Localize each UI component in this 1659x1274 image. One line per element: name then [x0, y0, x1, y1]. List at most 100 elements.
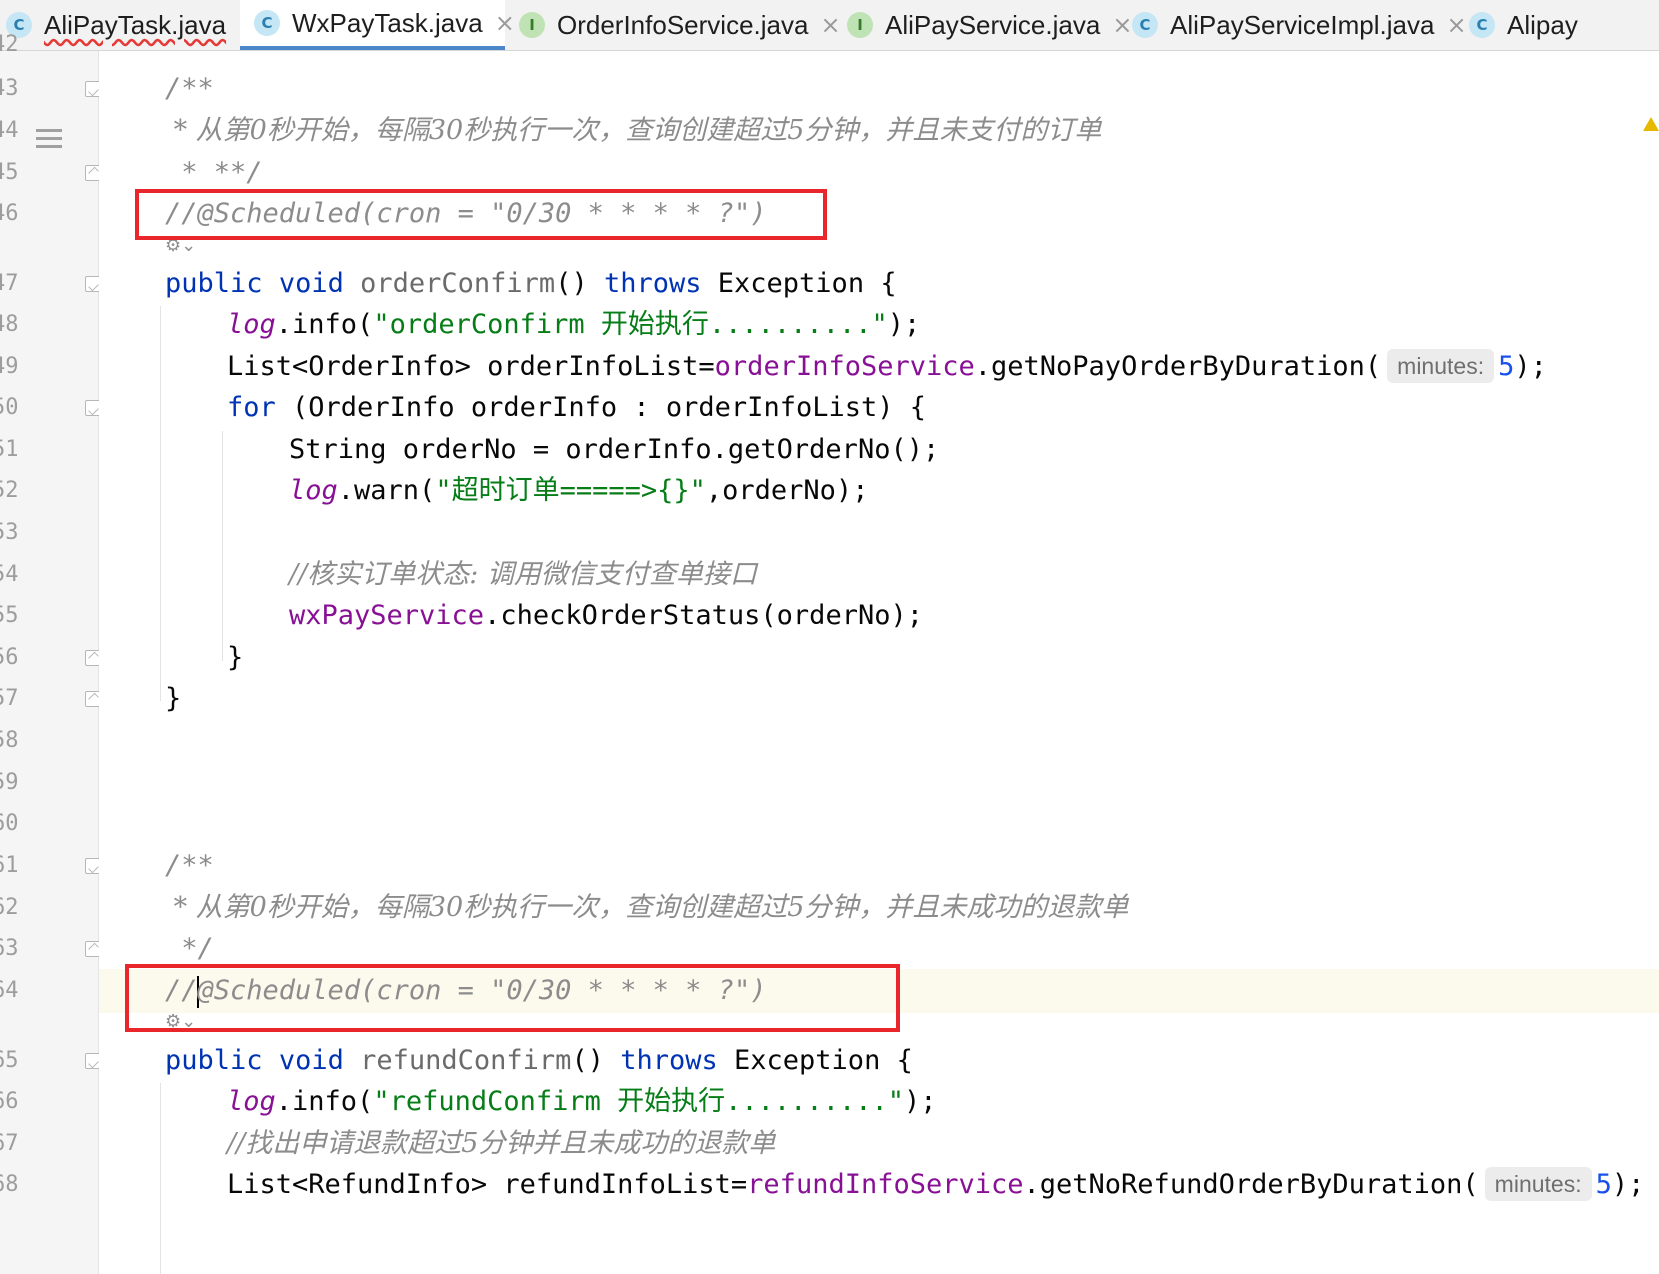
line-number[interactable]: 45 [0, 151, 24, 195]
tab-alipayservice-java[interactable]: I AliPayService.java × [833, 0, 1132, 50]
code-line-67[interactable]: //找出申请退款超过5分钟并且未成功的退款单 [99, 1122, 1659, 1166]
number-literal: 5 [1595, 1169, 1612, 1200]
keyword-throws: throws [603, 268, 702, 299]
line-comment: //核实订单状态: 调用微信支付查单接口 [289, 559, 757, 590]
annotation-inlay-icon[interactable]: ⚙⌄ [165, 235, 196, 256]
tab-orderinfoservice-java[interactable]: I OrderInfoService.java × [505, 0, 841, 50]
closing-brace: } [165, 683, 182, 714]
code-line-45[interactable]: * **/ [99, 151, 1659, 195]
line-number[interactable]: 63 [0, 927, 24, 971]
info-call: .info( [275, 309, 374, 340]
code-line-51[interactable]: String orderNo = orderInfo.getOrderNo(); [99, 428, 1659, 472]
structure-icon[interactable] [36, 129, 62, 151]
number-literal: 5 [1498, 351, 1515, 382]
list-declaration: List<OrderInfo> orderInfoList= [227, 351, 715, 382]
code-line-57[interactable]: } [99, 677, 1659, 721]
string-literal: "超时订单=====>{}" [435, 475, 706, 506]
method-call: .getNoRefundOrderByDuration( [1023, 1169, 1479, 1200]
log-field: log [227, 309, 276, 340]
annotation-inlay-icon[interactable]: ⚙⌄ [165, 1011, 196, 1032]
code-line-68[interactable]: List<RefundInfo> refundInfoList=refundIn… [99, 1163, 1659, 1207]
line-number[interactable]: 53 [0, 511, 24, 555]
class-icon: C [254, 10, 280, 36]
code-line-61[interactable]: /** [99, 844, 1659, 888]
line-number[interactable]: 52 [0, 469, 24, 513]
parameter-hint: minutes: [1387, 348, 1495, 383]
line-number[interactable]: 67 [0, 1122, 24, 1166]
line-number[interactable]: 49 [0, 345, 24, 389]
orderInfoService-field: orderInfoService [714, 351, 975, 382]
code-line-65[interactable]: public void refundConfirm() throws Excep… [99, 1039, 1659, 1083]
code-line-62[interactable]: * 从第0秒开始，每隔30秒执行一次，查询创建超过5分钟，并且未成功的退款单 [99, 886, 1659, 930]
doc-comment-open: /** [165, 850, 214, 881]
line-number[interactable]: 47 [0, 262, 24, 306]
info-call: .info( [275, 1086, 374, 1117]
tab-alipayserviceimpl-java[interactable]: C AliPayServiceImpl.java × [1118, 0, 1467, 50]
code-line-63[interactable]: */ [99, 927, 1659, 971]
statement-end: ); [887, 309, 921, 340]
tab-alipaytask-java[interactable]: CAliPayTask.java× [0, 0, 258, 50]
code-line-43[interactable]: /** [99, 67, 1659, 111]
line-number[interactable]: 42 [0, 23, 24, 67]
method-name-orderConfirm: orderConfirm [360, 268, 556, 299]
log-field: log [227, 1086, 276, 1117]
closing-brace: } [227, 642, 244, 673]
code-line-44[interactable]: * 从第0秒开始，每隔30秒执行一次，查询创建超过5分钟，并且未支付的订单 [99, 109, 1659, 153]
code-line-50[interactable]: for (OrderInfo orderInfo : orderInfoList… [99, 386, 1659, 430]
line-number[interactable]: 46 [0, 192, 24, 236]
checkOrderStatus-call: .checkOrderStatus(orderNo); [484, 600, 923, 631]
tab-label: OrderInfoService.java [557, 9, 809, 40]
code-line-52[interactable]: log.warn("超时订单=====>{}",orderNo); [99, 469, 1659, 513]
code-line-49[interactable]: List<OrderInfo> orderInfoList=orderInfoS… [99, 345, 1659, 389]
wxPayService-field: wxPayService [289, 600, 485, 631]
method-name-refundConfirm: refundConfirm [360, 1045, 572, 1076]
line-number[interactable]: 68 [0, 1163, 24, 1207]
keyword-void: void [278, 268, 344, 299]
method-params: () [571, 1045, 621, 1076]
commented-scheduled-annotation: @Scheduled(cron = "0/30 * * * * ?") [197, 975, 767, 1006]
refundInfoService-field: refundInfoService [747, 1169, 1024, 1200]
line-number-gutter: 4243444546474849505152535455565758596061… [0, 32, 101, 1274]
method-call: .getNoPayOrderByDuration( [974, 351, 1382, 382]
line-number[interactable]: 51 [0, 428, 24, 472]
line-number[interactable]: 61 [0, 844, 24, 888]
code-line-48[interactable]: log.info("orderConfirm 开始执行.........."); [99, 303, 1659, 347]
code-line-66[interactable]: log.info("refundConfirm 开始执行..........")… [99, 1080, 1659, 1124]
doc-comment-text: * 从第0秒开始，每隔30秒执行一次，查询创建超过5分钟，并且未成功的退款单 [165, 892, 1129, 923]
comment-slashes: // [165, 975, 198, 1006]
code-line-55[interactable]: wxPayService.checkOrderStatus(orderNo); [99, 594, 1659, 638]
line-number[interactable]: 56 [0, 636, 24, 680]
line-number[interactable]: 48 [0, 303, 24, 347]
tab-label: AliPayTask.java [44, 9, 227, 40]
line-number[interactable]: 60 [0, 802, 24, 846]
line-number[interactable]: 50 [0, 386, 24, 430]
code-line-64[interactable]: //@Scheduled(cron = "0/30 * * * * ?") [99, 969, 1659, 1013]
tab-wxpaytask-java[interactable]: C WxPayTask.java × [240, 0, 515, 50]
line-number[interactable]: 66 [0, 1080, 24, 1124]
keyword-public: public [165, 268, 263, 299]
exception-type: Exception { [717, 1045, 913, 1076]
code-line-54[interactable]: //核实订单状态: 调用微信支付查单接口 [99, 553, 1659, 597]
log-field: log [289, 475, 338, 506]
class-icon: C [1469, 12, 1495, 38]
code-line-46[interactable]: //@Scheduled(cron = "0/30 * * * * ?") [99, 192, 1659, 236]
line-number[interactable]: 44 [0, 109, 24, 153]
line-number[interactable]: 57 [0, 677, 24, 721]
code-line-56[interactable]: } [99, 636, 1659, 680]
line-number[interactable]: 62 [0, 886, 24, 930]
line-number[interactable]: 43 [0, 67, 24, 111]
line-number[interactable]: 58 [0, 719, 24, 763]
line-number[interactable]: 59 [0, 761, 24, 805]
doc-comment-open: /** [165, 73, 214, 104]
line-comment: //找出申请退款超过5分钟并且未成功的退款单 [227, 1128, 776, 1159]
class-icon: C [1132, 12, 1158, 38]
tab-alipay[interactable]: C Alipay [1455, 0, 1659, 50]
orderNo-declaration: String orderNo = orderInfo.getOrderNo(); [289, 434, 940, 465]
code-line-47[interactable]: public void orderConfirm() throws Except… [99, 262, 1659, 306]
line-number[interactable]: 54 [0, 553, 24, 597]
line-number[interactable]: 64 [0, 969, 24, 1013]
exception-type: Exception { [701, 268, 897, 299]
code-editor[interactable]: /** * 从第0秒开始，每隔30秒执行一次，查询创建超过5分钟，并且未支付的订… [99, 51, 1659, 1274]
line-number[interactable]: 55 [0, 594, 24, 638]
line-number[interactable]: 65 [0, 1039, 24, 1083]
